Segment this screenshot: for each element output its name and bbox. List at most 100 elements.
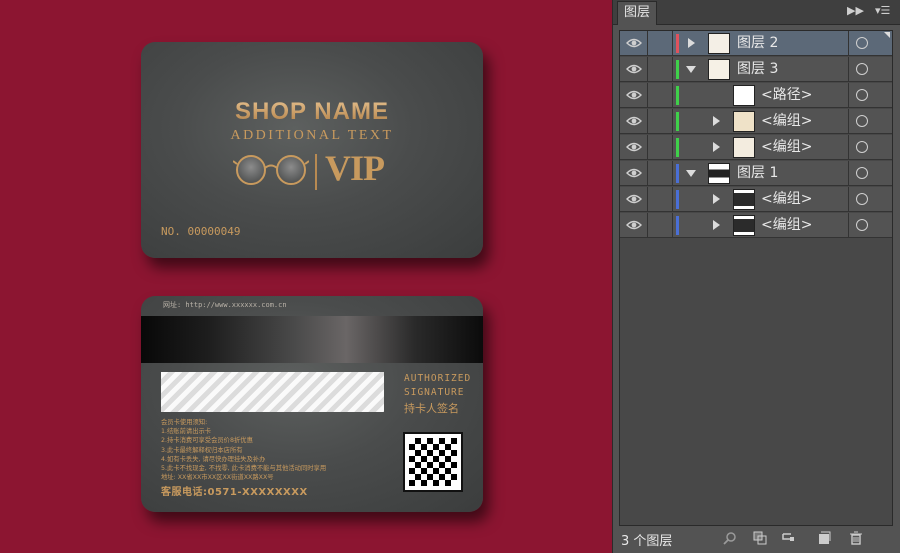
visibility-eye-icon[interactable]: [626, 89, 642, 101]
target-circle-icon[interactable]: [856, 115, 868, 127]
magnetic-stripe: [141, 316, 483, 363]
layer-color-bar: [676, 86, 679, 105]
layer-row[interactable]: <编组>: [620, 109, 892, 134]
lock-toggle[interactable]: [672, 109, 673, 134]
lock-toggle[interactable]: [672, 187, 673, 212]
panel-footer: 3 个图层: [613, 527, 900, 553]
lock-toggle[interactable]: [672, 135, 673, 160]
collapse-panel-icon[interactable]: ▶▶: [847, 4, 864, 17]
visibility-eye-icon[interactable]: [626, 37, 642, 49]
visibility-eye-icon[interactable]: [626, 115, 642, 127]
layer-thumbnail: [733, 137, 755, 158]
layer-name[interactable]: <编组>: [761, 190, 812, 208]
artboard-canvas[interactable]: SHOP NAME ADDITIONAL TEXT VIP NO. 000000…: [0, 0, 612, 553]
rule-line: 会员卡使用须知:: [161, 419, 208, 426]
card-rules: 会员卡使用须知: 1.结账前请出示卡 2.持卡消费可享受会员价8折优惠 3.此卡…: [161, 418, 401, 482]
layer-color-bar: [676, 34, 679, 53]
layer-name[interactable]: 图层 3: [737, 60, 778, 78]
visibility-eye-icon[interactable]: [626, 193, 642, 205]
vip-card-back[interactable]: 网址: http://www.xxxxxx.com.cn AUTHORIZED …: [141, 296, 483, 512]
layer-name[interactable]: 图层 2: [737, 34, 778, 52]
rule-line: 1.结账前请出示卡: [161, 428, 212, 436]
glasses-icon: [233, 155, 309, 185]
lock-toggle[interactable]: [672, 57, 673, 82]
layer-row[interactable]: 图层 2: [620, 31, 892, 56]
layers-panel: 图层 ▶▶ ▾☰ 图层 2 图层 3 <路径> <编组> <编组> 图层 1 <…: [612, 0, 900, 553]
make-clipping-mask-icon[interactable]: [753, 531, 767, 545]
rule-line: 5.此卡不找现金, 不找零, 此卡消费不能与其他活动同时享用: [161, 465, 327, 473]
visibility-eye-icon[interactable]: [626, 167, 642, 179]
rule-line: 4.如有卡丢失, 请尽快办理挂失及补办: [161, 455, 266, 463]
layer-name[interactable]: <路径>: [761, 86, 812, 104]
layer-name[interactable]: <编组>: [761, 216, 812, 234]
delete-trash-icon[interactable]: [849, 531, 863, 545]
lock-toggle[interactable]: [672, 161, 673, 186]
lock-toggle[interactable]: [672, 83, 673, 108]
target-circle-icon[interactable]: [856, 167, 868, 179]
collapse-arrow-icon[interactable]: [686, 170, 696, 177]
layer-thumbnail: [708, 163, 730, 184]
layer-row[interactable]: 图层 3: [620, 57, 892, 82]
target-circle-icon[interactable]: [856, 193, 868, 205]
expand-arrow-icon[interactable]: [713, 116, 720, 126]
target-circle-icon[interactable]: [856, 89, 868, 101]
layer-row[interactable]: <路径>: [620, 83, 892, 108]
locate-object-icon[interactable]: [723, 531, 737, 545]
shop-name: SHOP NAME: [141, 98, 483, 126]
layer-name[interactable]: 图层 1: [737, 164, 778, 182]
target-circle-icon[interactable]: [856, 63, 868, 75]
vip-card-front[interactable]: SHOP NAME ADDITIONAL TEXT VIP NO. 000000…: [141, 42, 483, 258]
layer-name[interactable]: <编组>: [761, 138, 812, 156]
create-sublayer-icon[interactable]: [781, 531, 795, 545]
layer-row[interactable]: <编组>: [620, 135, 892, 160]
panel-menu-icon[interactable]: ▾☰: [875, 4, 890, 17]
rule-line: 3.此卡最终解释权归本店所有: [161, 446, 243, 454]
layer-row[interactable]: <编组>: [620, 187, 892, 212]
layers-list: 图层 2 图层 3 <路径> <编组> <编组> 图层 1 <编组> <编组>: [619, 30, 893, 526]
visibility-eye-icon[interactable]: [626, 219, 642, 231]
layer-name[interactable]: <编组>: [761, 112, 812, 130]
layer-thumbnail: [733, 111, 755, 132]
authorized-line-1: AUTHORIZED: [404, 373, 472, 384]
layer-thumbnail: [708, 59, 730, 80]
layer-color-bar: [676, 60, 679, 79]
holder-signature-label: 持卡人签名: [404, 402, 459, 415]
tab-layers[interactable]: 图层: [617, 1, 658, 25]
visibility-eye-icon[interactable]: [626, 141, 642, 153]
additional-text: ADDITIONAL TEXT: [230, 128, 394, 143]
collapse-arrow-icon[interactable]: [686, 66, 696, 73]
rule-line: 地址: XX省XX市XX区XX街道XX路XX号: [161, 474, 274, 482]
qr-code-icon: [403, 432, 463, 492]
panel-header: 图层 ▶▶ ▾☰: [613, 0, 900, 25]
target-circle-icon[interactable]: [856, 219, 868, 231]
vip-divider: [315, 154, 317, 190]
target-circle-icon[interactable]: [856, 141, 868, 153]
layer-thumbnail: [733, 85, 755, 106]
layer-thumbnail: [733, 189, 755, 210]
layer-thumbnail: [708, 33, 730, 54]
card-number: NO. 00000049: [161, 225, 241, 238]
expand-arrow-icon[interactable]: [713, 142, 720, 152]
layer-count: 3 个图层: [621, 534, 673, 549]
new-layer-icon[interactable]: [817, 531, 831, 545]
expand-arrow-icon[interactable]: [713, 220, 720, 230]
layer-row[interactable]: <编组>: [620, 213, 892, 238]
website-text: 网址: http://www.xxxxxx.com.cn: [163, 301, 287, 309]
layer-color-bar: [676, 138, 679, 157]
lock-toggle[interactable]: [672, 31, 673, 56]
rule-line: 2.持卡消费可享受会员价8折优惠: [161, 437, 253, 445]
layer-color-bar: [676, 190, 679, 209]
target-circle-icon[interactable]: [856, 37, 868, 49]
visibility-eye-icon[interactable]: [626, 63, 642, 75]
selected-art-indicator: [884, 32, 890, 38]
lock-toggle[interactable]: [672, 213, 673, 238]
layer-color-bar: [676, 112, 679, 131]
expand-arrow-icon[interactable]: [713, 194, 720, 204]
expand-arrow-icon[interactable]: [688, 38, 695, 48]
layer-thumbnail: [733, 215, 755, 236]
vip-text: VIP: [325, 148, 385, 188]
authorized-line-2: SIGNATURE: [404, 387, 465, 398]
authorized-signature: AUTHORIZED SIGNATURE: [404, 372, 471, 400]
layer-row[interactable]: 图层 1: [620, 161, 892, 186]
signature-box: [161, 372, 384, 412]
